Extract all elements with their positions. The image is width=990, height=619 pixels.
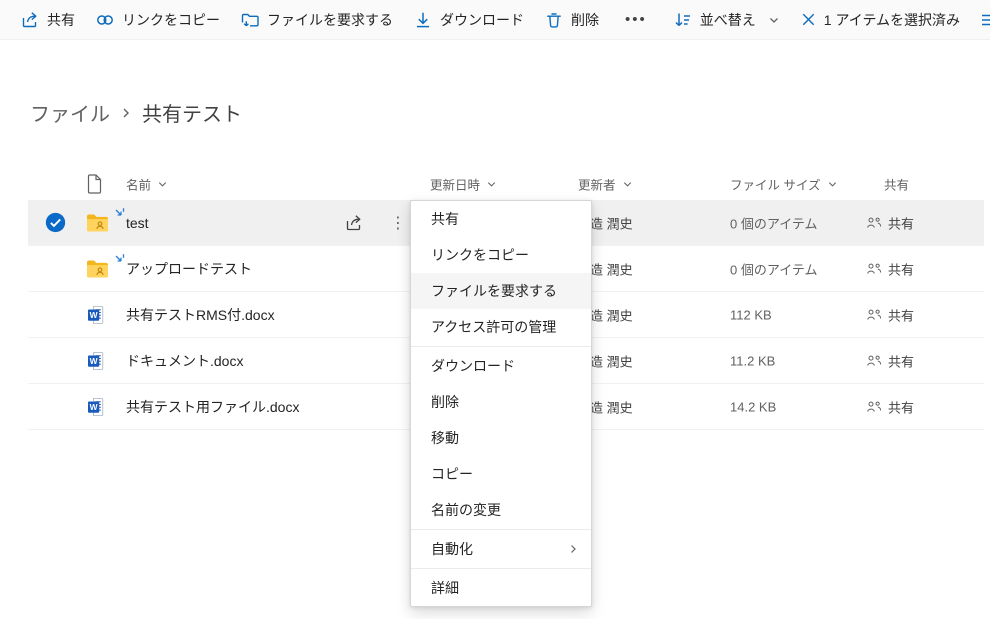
more-commands-button[interactable]: ••• [609,4,663,36]
menu-item-manage-access[interactable]: アクセス許可の管理 [411,309,591,345]
chevron-right-icon [567,543,579,555]
view-options-button[interactable] [970,4,990,36]
selection-status: 1 アイテムを選択済み [824,10,960,30]
breadcrumb-root[interactable]: ファイル [30,98,110,127]
copy-link-button[interactable]: リンクをコピー [85,4,230,36]
share-button[interactable]: 共有 [10,4,85,36]
sort-button[interactable]: 並べ替え [663,4,790,36]
column-header-modified-by[interactable]: 更新者 [578,175,633,194]
menu-item-details[interactable]: 詳細 [411,570,591,606]
file-name[interactable]: 共有テスト用ファイル.docx [126,397,299,417]
chevron-down-icon [827,179,838,190]
sharing-status[interactable]: 共有 [866,213,914,232]
modified-by: 造 潤史 [590,397,633,416]
more-options-icon[interactable]: ⋮ [386,213,410,233]
column-header-name[interactable]: 名前 [126,175,168,194]
menu-item-move[interactable]: 移動 [411,420,591,456]
chevron-down-icon [622,179,633,190]
sort-button-label: 並べ替え [700,10,756,30]
clear-selection-button[interactable]: 1 アイテムを選択済み [790,4,970,36]
document-type-column-icon[interactable] [86,174,103,194]
request-files-button[interactable]: ファイルを要求する [230,4,403,36]
menu-item-delete[interactable]: 削除 [411,384,591,420]
breadcrumb: ファイル 共有テスト [30,98,242,127]
file-name[interactable]: 共有テストRMS付.docx [126,305,275,325]
share-button-label: 共有 [47,10,75,30]
column-header-modified[interactable]: 更新日時 [430,175,497,194]
file-name[interactable]: ドキュメント.docx [126,351,243,371]
menu-item-copy-link[interactable]: リンクをコピー [411,237,591,273]
menu-item-download[interactable]: ダウンロード [411,348,591,384]
delete-button-label: 削除 [571,10,599,30]
people-icon [866,216,882,229]
file-size: 0 個のアイテム [730,213,818,232]
menu-divider [411,529,591,530]
svg-text:W: W [90,402,98,412]
column-header-sharing: 共有 [884,175,909,194]
more-icon: ••• [619,12,653,27]
modified-by: 造 潤史 [590,351,633,370]
share-icon[interactable] [344,213,364,233]
sharing-status[interactable]: 共有 [866,305,914,324]
word-document-icon: W [86,304,107,325]
download-icon [413,10,433,30]
file-name[interactable]: アップロードテスト [126,259,252,279]
menu-item-rename[interactable]: 名前の変更 [411,492,591,528]
trash-icon [544,10,564,30]
sharing-status[interactable]: 共有 [866,351,914,370]
download-button-label: ダウンロード [440,10,524,30]
row-selected-checkbox[interactable] [45,212,67,234]
column-header-file-size[interactable]: ファイル サイズ [730,175,838,194]
file-size: 11.2 KB [730,353,775,368]
menu-item-request-files[interactable]: ファイルを要求する [411,273,591,309]
file-list-header: 名前 更新日時 更新者 ファイル サイズ 共有 [28,168,984,200]
people-icon [866,354,882,367]
word-document-icon: W [86,396,107,417]
share-icon [20,10,40,30]
people-icon [866,262,882,275]
menu-divider [411,568,591,569]
chevron-right-icon [120,106,132,120]
close-icon [800,11,817,28]
file-size: 0 個のアイテム [730,259,818,278]
sharing-status[interactable]: 共有 [866,397,914,416]
word-document-icon: W [86,350,107,371]
modified-by: 造 潤史 [590,213,633,232]
people-icon [866,308,882,321]
download-button[interactable]: ダウンロード [403,4,534,36]
breadcrumb-current: 共有テスト [142,98,242,127]
file-size: 14.2 KB [730,399,776,414]
svg-text:W: W [90,310,98,320]
list-view-icon [980,12,990,28]
menu-item-share[interactable]: 共有 [411,201,591,237]
people-icon [866,400,882,413]
file-size: 112 KB [730,307,772,322]
menu-item-copy[interactable]: コピー [411,456,591,492]
copy-link-button-label: リンクをコピー [122,10,220,30]
delete-button[interactable]: 削除 [534,4,609,36]
context-menu: 共有 リンクをコピー ファイルを要求する アクセス許可の管理 ダウンロード 削除… [410,200,592,607]
chevron-down-icon [768,14,780,26]
shared-folder-icon [86,213,109,232]
sort-icon [673,10,693,30]
chevron-down-icon [157,179,168,190]
svg-text:W: W [90,356,98,366]
menu-item-automate[interactable]: 自動化 [411,531,591,567]
file-name[interactable]: test [126,215,149,231]
request-files-icon [240,10,260,30]
command-bar: 共有 リンクをコピー ファイルを要求する ダウンロード 削除 ••• 並べ替え … [0,0,990,40]
menu-divider [411,346,591,347]
modified-by: 造 潤史 [590,305,633,324]
chevron-down-icon [486,179,497,190]
sharing-status[interactable]: 共有 [866,259,914,278]
shared-folder-icon [86,259,109,278]
modified-by: 造 潤史 [590,259,633,278]
link-icon [95,10,115,30]
request-files-button-label: ファイルを要求する [267,10,393,30]
